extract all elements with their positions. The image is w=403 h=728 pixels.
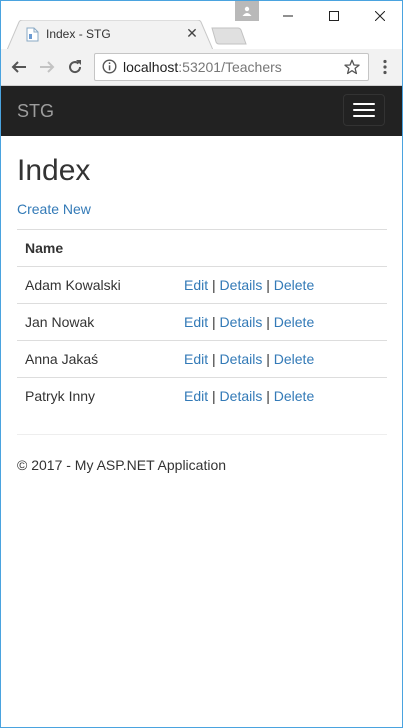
teachers-table: Name Adam Kowalski Edit | Details | Dele… [17,229,387,414]
hamburger-bar-icon [353,109,375,111]
browser-toolbar: localhost:53201/Teachers [1,49,402,86]
row-actions: Edit | Details | Delete [184,277,314,293]
maximize-icon [328,11,339,21]
minimize-button[interactable] [265,1,310,31]
create-new-link[interactable]: Create New [17,201,91,217]
separator: | [266,388,270,404]
separator: | [212,314,216,330]
minimize-icon [282,15,293,17]
hamburger-bar-icon [353,103,375,105]
delete-link[interactable]: Delete [274,277,314,293]
reload-icon [69,60,82,74]
back-button[interactable] [7,55,31,79]
delete-link[interactable]: Delete [274,388,314,404]
teacher-name: Jan Nowak [25,314,95,330]
delete-link[interactable]: Delete [274,314,314,330]
teacher-name: Anna Jakaś [25,351,99,367]
column-header-name: Name [25,240,64,256]
hamburger-menu-button[interactable] [343,94,385,126]
brand-link[interactable]: STG [17,101,54,122]
star-icon[interactable] [344,59,360,75]
close-icon [374,11,385,21]
edit-link[interactable]: Edit [184,388,208,404]
teacher-name: Patryk Inny [25,388,96,404]
delete-link[interactable]: Delete [274,351,314,367]
info-icon [102,59,117,74]
site-navbar: STG [1,86,402,136]
row-actions: Edit | Details | Delete [184,351,314,367]
hamburger-bar-icon [353,115,375,117]
forward-button[interactable] [35,55,59,79]
new-tab-button[interactable] [211,27,247,45]
edit-link[interactable]: Edit [184,314,208,330]
arrow-right-icon [40,61,55,73]
separator: | [212,388,216,404]
separator: | [212,277,216,293]
row-actions: Edit | Details | Delete [184,388,314,404]
reload-button[interactable] [63,55,87,79]
separator: | [266,314,270,330]
edit-link[interactable]: Edit [184,277,208,293]
table-header-row: Name [17,230,387,267]
separator: | [266,277,270,293]
separator: | [212,351,216,367]
user-icon [242,6,252,16]
row-actions: Edit | Details | Delete [184,314,314,330]
tab-close-icon[interactable]: ✕ [185,25,199,41]
profile-button[interactable] [235,1,259,21]
close-window-button[interactable] [357,1,402,31]
address-bar[interactable]: localhost:53201/Teachers [94,53,369,81]
table-row: Anna Jakaś Edit | Details | Delete [17,341,387,378]
teacher-name: Adam Kowalski [25,277,121,293]
details-link[interactable]: Details [220,277,263,293]
maximize-button[interactable] [311,1,356,31]
browser-window: Index - STG ✕ localhost:53201/Teachers S… [0,0,403,728]
edit-link[interactable]: Edit [184,351,208,367]
page-favicon-icon [26,27,39,42]
details-link[interactable]: Details [220,388,263,404]
footer-text: © 2017 - My ASP.NET Application [17,457,227,473]
more-vertical-icon [383,59,387,75]
table-row: Adam Kowalski Edit | Details | Delete [17,267,387,304]
url-text: localhost:53201/Teachers [123,59,282,75]
menu-button[interactable] [373,55,397,79]
details-link[interactable]: Details [220,314,263,330]
tab-strip: Index - STG ✕ [1,1,402,50]
table-row: Patryk Inny Edit | Details | Delete [17,378,387,414]
footer-divider [17,434,387,435]
arrow-left-icon [11,61,26,73]
page-title: Index [17,154,91,187]
tab-title: Index - STG [46,27,111,41]
table-row: Jan Nowak Edit | Details | Delete [17,304,387,341]
details-link[interactable]: Details [220,351,263,367]
separator: | [266,351,270,367]
